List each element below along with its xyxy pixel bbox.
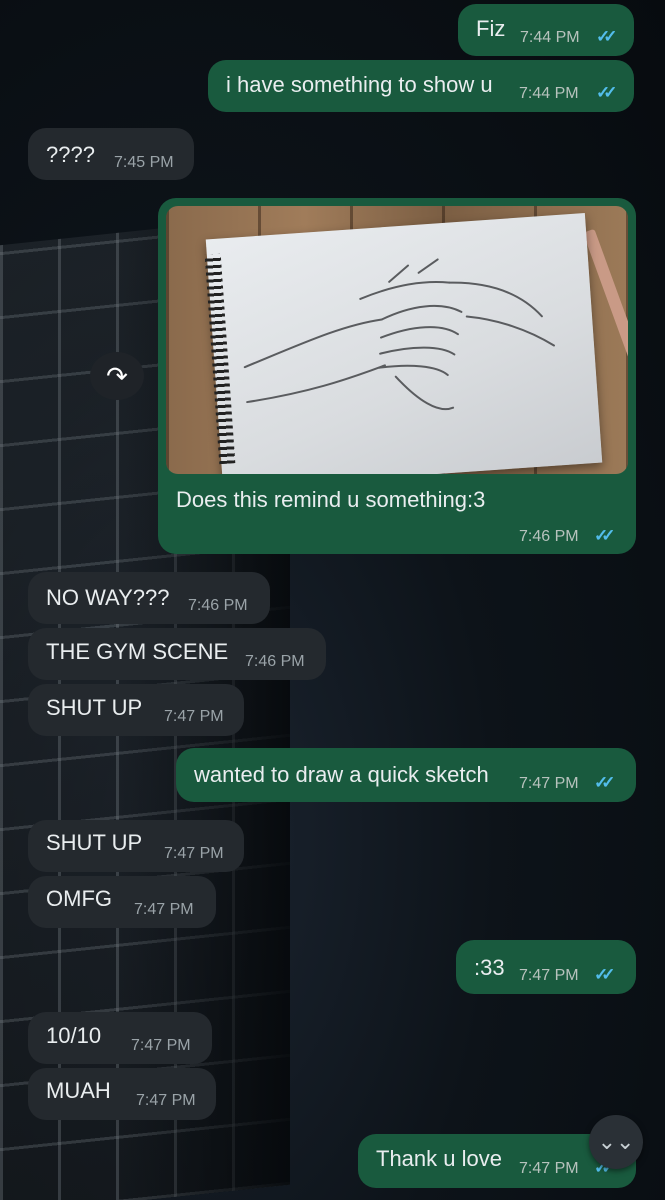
- message-time: 7:45 PM: [114, 154, 174, 171]
- message-time: 7:47 PM: [519, 967, 579, 984]
- hands-sketch-icon: [243, 258, 555, 411]
- message-time: 7:44 PM: [520, 29, 580, 46]
- message-bubble-outgoing[interactable]: Fiz 7:44 PM ✓✓: [458, 4, 634, 56]
- message-text: NO WAY???: [46, 585, 170, 610]
- read-receipt-icon: ✓✓: [596, 83, 617, 102]
- message-time: 7:46 PM: [519, 528, 579, 545]
- message-bubble-incoming[interactable]: 10/10 7:47 PM: [28, 1012, 212, 1064]
- message-bubble-incoming[interactable]: THE GYM SCENE 7:46 PM: [28, 628, 326, 680]
- message-bubble-outgoing[interactable]: wanted to draw a quick sketch 7:47 PM ✓✓: [176, 748, 636, 802]
- message-time: 7:47 PM: [164, 845, 224, 862]
- scroll-down-icon[interactable]: ⌄⌄: [589, 1115, 643, 1169]
- read-receipt-icon: ✓✓: [594, 773, 615, 792]
- message-text: THE GYM SCENE: [46, 639, 229, 664]
- message-text: SHUT UP: [46, 695, 143, 720]
- message-bubble-incoming[interactable]: SHUT UP 7:47 PM: [28, 684, 244, 736]
- image-message-bubble[interactable]: Does this remind u something:3 7:46 PM ✓…: [158, 198, 636, 554]
- message-bubble-incoming[interactable]: MUAH 7:47 PM: [28, 1068, 216, 1120]
- message-bubble-incoming[interactable]: NO WAY??? 7:46 PM: [28, 572, 270, 624]
- message-text: i have something to show u: [226, 72, 493, 97]
- sketch-paper: [205, 213, 603, 474]
- message-bubble-incoming[interactable]: OMFG 7:47 PM: [28, 876, 216, 928]
- message-time: 7:47 PM: [131, 1037, 191, 1054]
- message-text: Thank u love: [376, 1146, 502, 1171]
- message-text: ????: [46, 142, 95, 167]
- read-receipt-icon: ✓✓: [594, 965, 615, 984]
- message-time: 7:46 PM: [245, 653, 305, 670]
- message-bubble-incoming[interactable]: ???? 7:45 PM: [28, 128, 194, 180]
- message-time: 7:47 PM: [134, 901, 194, 918]
- message-bubble-outgoing[interactable]: i have something to show u 7:44 PM ✓✓: [208, 60, 634, 112]
- sketch-photo[interactable]: [166, 206, 628, 474]
- message-time: 7:46 PM: [188, 597, 248, 614]
- message-bubble-incoming[interactable]: SHUT UP 7:47 PM: [28, 820, 244, 872]
- message-text: SHUT UP: [46, 830, 143, 855]
- message-bubble-outgoing[interactable]: :33 7:47 PM ✓✓: [456, 940, 636, 994]
- message-time: 7:47 PM: [164, 708, 224, 725]
- read-receipt-icon: ✓✓: [596, 27, 617, 46]
- message-text: :33: [474, 955, 505, 980]
- forward-icon[interactable]: ↷: [90, 352, 144, 400]
- message-text: OMFG: [46, 886, 112, 911]
- message-time: 7:44 PM: [519, 85, 579, 102]
- message-time: 7:47 PM: [519, 1160, 579, 1177]
- message-time: 7:47 PM: [519, 775, 579, 792]
- message-text: MUAH: [46, 1078, 111, 1103]
- read-receipt-icon: ✓✓: [594, 526, 615, 545]
- message-text: 10/10: [46, 1023, 102, 1048]
- image-caption: Does this remind u something:3: [176, 487, 486, 512]
- message-time: 7:47 PM: [136, 1092, 196, 1109]
- message-text: Fiz: [476, 16, 506, 41]
- message-text: wanted to draw a quick sketch: [194, 762, 489, 787]
